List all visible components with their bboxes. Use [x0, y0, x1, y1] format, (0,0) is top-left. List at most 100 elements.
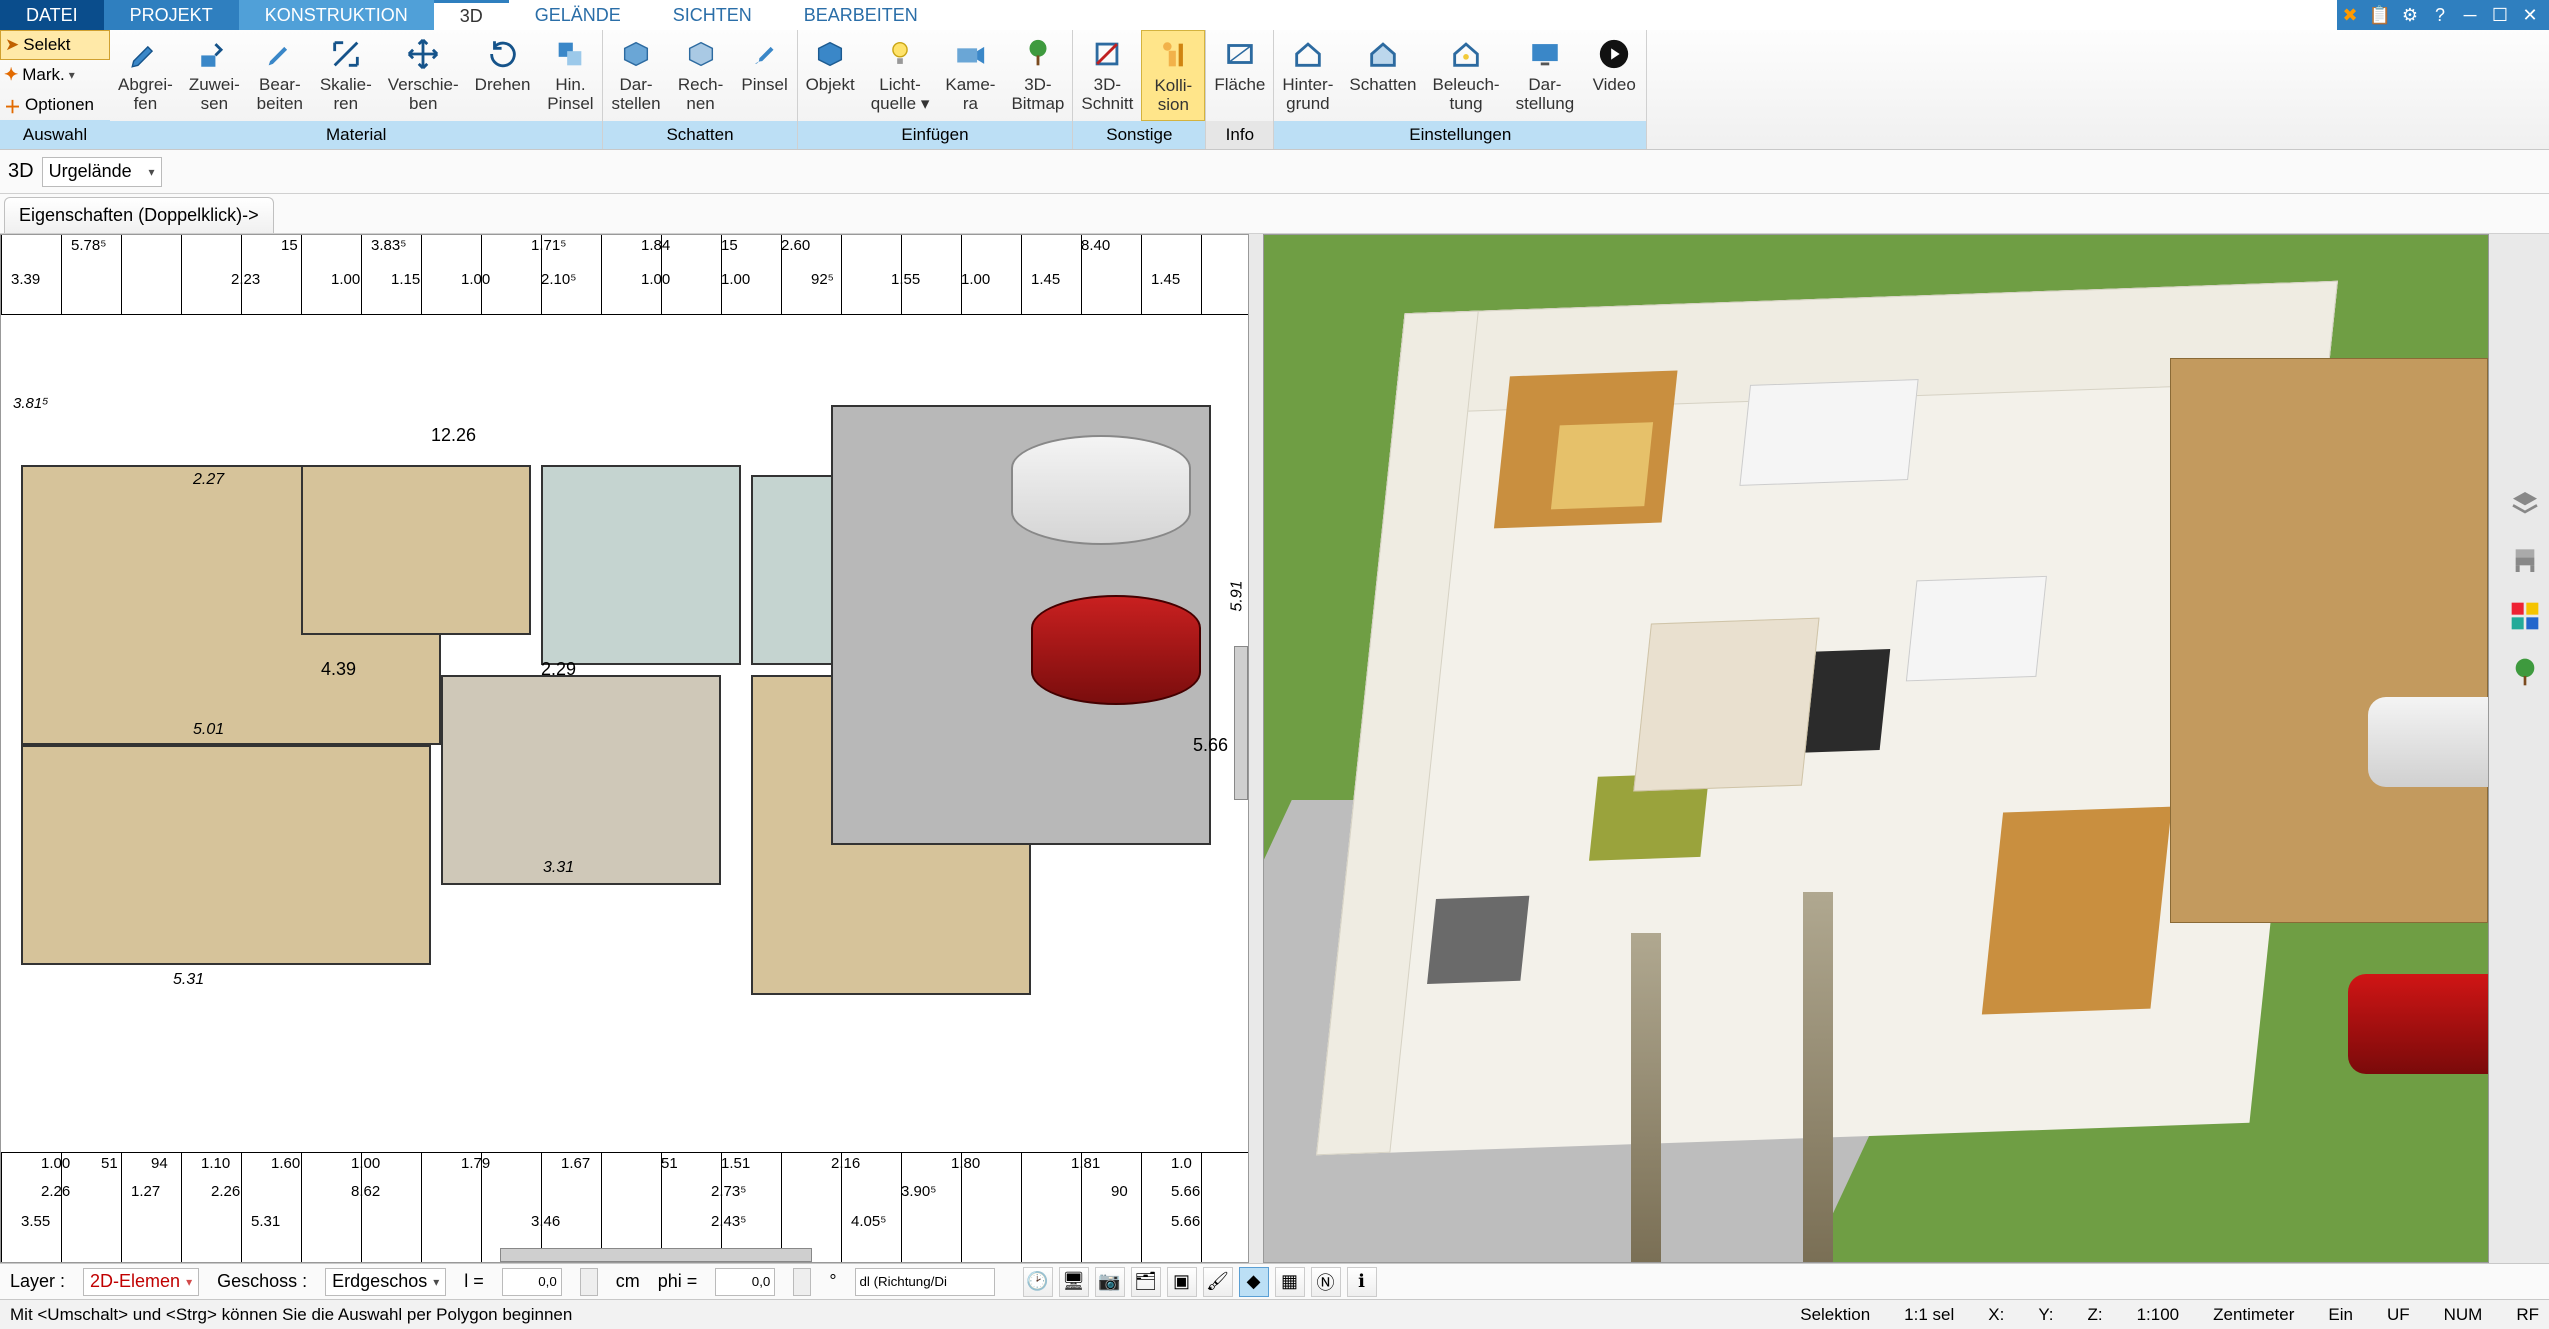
collision-icon — [1155, 37, 1191, 73]
drehen-button[interactable]: Drehen — [467, 30, 539, 121]
lichtquelle-button[interactable]: Licht- quelle ▾ — [863, 30, 938, 121]
window-controls: ✖ 📋 ⚙ ? ─ ☐ ✕ — [2337, 0, 2549, 30]
flaeche-button[interactable]: Fläche — [1206, 30, 1273, 121]
kamera-button[interactable]: Kame- ra — [937, 30, 1003, 121]
schatten-einst-button[interactable]: Schatten — [1341, 30, 1424, 121]
3d-schnitt-button[interactable]: 3D- Schnitt — [1073, 30, 1141, 121]
layers2-icon[interactable]: 🗂 — [1131, 1267, 1161, 1297]
room-kitchen: 3.31 — [441, 675, 721, 885]
ruler-bottom: 1.00 51 94 1.10 1.60 1.00 1.79 1.67 51 1… — [1, 1152, 1248, 1262]
settings-icon[interactable]: ⚙ — [2397, 2, 2423, 28]
terrain-combo[interactable]: Urgelände▾ — [42, 157, 162, 187]
ribbon: ➤Selekt ✦Mark.▾ ＋Optionen Auswahl Abgrei… — [0, 30, 2549, 150]
status-icon-group: 🕑 🖥 📷 🗂 ▣ 🖌 ◆ ▦ Ⓝ ℹ — [1023, 1267, 1377, 1297]
dim: 1.00 — [41, 1155, 70, 1172]
horizontal-scrollbar[interactable] — [500, 1248, 812, 1262]
menu-tab-gelaende[interactable]: GELÄNDE — [509, 0, 647, 30]
shape-icon[interactable]: ◆ — [1239, 1267, 1269, 1297]
select-button[interactable]: ➤Selekt — [0, 30, 110, 60]
objekt-button[interactable]: Objekt — [798, 30, 863, 121]
beleuchtung-button[interactable]: Beleuch- tung — [1425, 30, 1508, 121]
menu-tab-konstruktion[interactable]: KONSTRUKTION — [239, 0, 434, 30]
mark-button[interactable]: ✦Mark.▾ — [0, 60, 110, 90]
chevron-down-icon: ▾ — [149, 165, 155, 179]
menu-tab-bearbeiten[interactable]: BEARBEITEN — [778, 0, 944, 30]
length-spinner[interactable] — [580, 1268, 598, 1296]
menu-tab-sichten[interactable]: SICHTEN — [647, 0, 778, 30]
tools-icon[interactable]: ✖ — [2337, 2, 2363, 28]
dim: 5.66 — [1171, 1213, 1200, 1230]
phi-spinner[interactable] — [793, 1268, 811, 1296]
grid-icon[interactable]: ▦ — [1275, 1267, 1305, 1297]
layers-icon[interactable] — [2505, 484, 2545, 524]
chevron-down-icon: ▾ — [186, 1275, 192, 1289]
color-grid-icon[interactable] — [2505, 596, 2545, 636]
camera-icon[interactable]: 📷 — [1095, 1267, 1125, 1297]
hintergrund-button[interactable]: Hinter- grund — [1274, 30, 1341, 121]
dim: 5.01 — [193, 721, 224, 739]
dim: 5.78⁵ — [71, 237, 106, 254]
abgreifen-button[interactable]: Abgrei- fen — [110, 30, 181, 121]
bitmap-button[interactable]: 3D- Bitmap — [1003, 30, 1072, 121]
object-icon — [812, 36, 848, 72]
chair-icon[interactable] — [2505, 540, 2545, 580]
info-icon[interactable]: ℹ — [1347, 1267, 1377, 1297]
objekt-label: Objekt — [806, 76, 855, 95]
rechnen-button[interactable]: Rech- nen — [669, 30, 733, 121]
maximize-icon[interactable]: ☐ — [2487, 2, 2513, 28]
scale-icon — [328, 36, 364, 72]
status-toolbar: Layer : 2D-Elemen▾ Geschoss : Erdgeschos… — [0, 1263, 2549, 1299]
dim: 1.80 — [951, 1155, 980, 1172]
vertical-scrollbar[interactable] — [1234, 646, 1248, 800]
sub-bar: 3D Urgelände▾ — [0, 150, 2549, 194]
close-icon[interactable]: ✕ — [2517, 2, 2543, 28]
menu-tab-projekt[interactable]: PROJEKT — [104, 0, 239, 30]
geschoss-combo[interactable]: Erdgeschos▾ — [325, 1268, 446, 1296]
cube2-icon — [683, 36, 719, 72]
video-button[interactable]: Video — [1582, 30, 1646, 121]
clipboard-icon[interactable]: 📋 — [2367, 2, 2393, 28]
properties-tab[interactable]: Eigenschaften (Doppelklick)-> — [4, 197, 274, 233]
hin-pinsel-button[interactable]: Hin. Pinsel — [538, 30, 602, 121]
dim: 1.27 — [131, 1183, 160, 1200]
bearbeiten-button[interactable]: Bear- beiten — [248, 30, 312, 121]
doc-tab-row: Eigenschaften (Doppelklick)-> — [0, 194, 2549, 234]
monitor-icon[interactable]: 🖥 — [1059, 1267, 1089, 1297]
phi-input[interactable] — [715, 1268, 775, 1296]
menu-tab-3d[interactable]: 3D — [434, 0, 509, 30]
dim: 1.55 — [891, 271, 920, 288]
pinsel-button[interactable]: Pinsel — [733, 30, 797, 121]
view-3d-pane[interactable] — [1263, 234, 2489, 1263]
bitmap-label: 3D- Bitmap — [1011, 76, 1064, 113]
skalieren-button[interactable]: Skalie- ren — [312, 30, 380, 121]
dim: 2.26 — [41, 1183, 70, 1200]
dim: 3.55 — [21, 1213, 50, 1230]
brush2-icon[interactable]: 🖌 — [1203, 1267, 1233, 1297]
clock-icon[interactable]: 🕑 — [1023, 1267, 1053, 1297]
menu-tab-datei[interactable]: DATEI — [0, 0, 104, 30]
darstellung-button[interactable]: Dar- stellung — [1508, 30, 1583, 121]
floorplan-2d-pane[interactable]: 5.78⁵ 15 3.83⁵ 1.71⁵ 1.84 15 2.60 8.40 3… — [0, 234, 1249, 1263]
kollision-button[interactable]: Kolli- sion — [1141, 30, 1205, 121]
box-icon[interactable]: ▣ — [1167, 1267, 1197, 1297]
tree-side-icon[interactable] — [2505, 652, 2545, 692]
darstellen-button[interactable]: Dar- stellen — [603, 30, 668, 121]
verschieben-button[interactable]: Verschie- ben — [380, 30, 467, 121]
dim: 4.39 — [321, 659, 356, 680]
zuweisen-button[interactable]: Zuwei- sen — [181, 30, 248, 121]
phi-label: phi = — [658, 1271, 698, 1292]
length-input[interactable] — [502, 1268, 562, 1296]
minimize-icon[interactable]: ─ — [2457, 2, 2483, 28]
optionen-label: Optionen — [25, 95, 94, 115]
dim: 5.66 — [1171, 1183, 1200, 1200]
optionen-button[interactable]: ＋Optionen — [0, 90, 110, 120]
help-icon[interactable]: ? — [2427, 2, 2453, 28]
dim: 92⁵ — [811, 271, 834, 288]
north-icon[interactable]: Ⓝ — [1311, 1267, 1341, 1297]
eyedropper-icon — [127, 36, 163, 72]
dim: 1.45 — [1031, 271, 1060, 288]
layer-combo[interactable]: 2D-Elemen▾ — [83, 1268, 199, 1296]
dl-input[interactable] — [855, 1268, 995, 1296]
move-icon — [405, 36, 441, 72]
dim: 1.00 — [641, 271, 670, 288]
